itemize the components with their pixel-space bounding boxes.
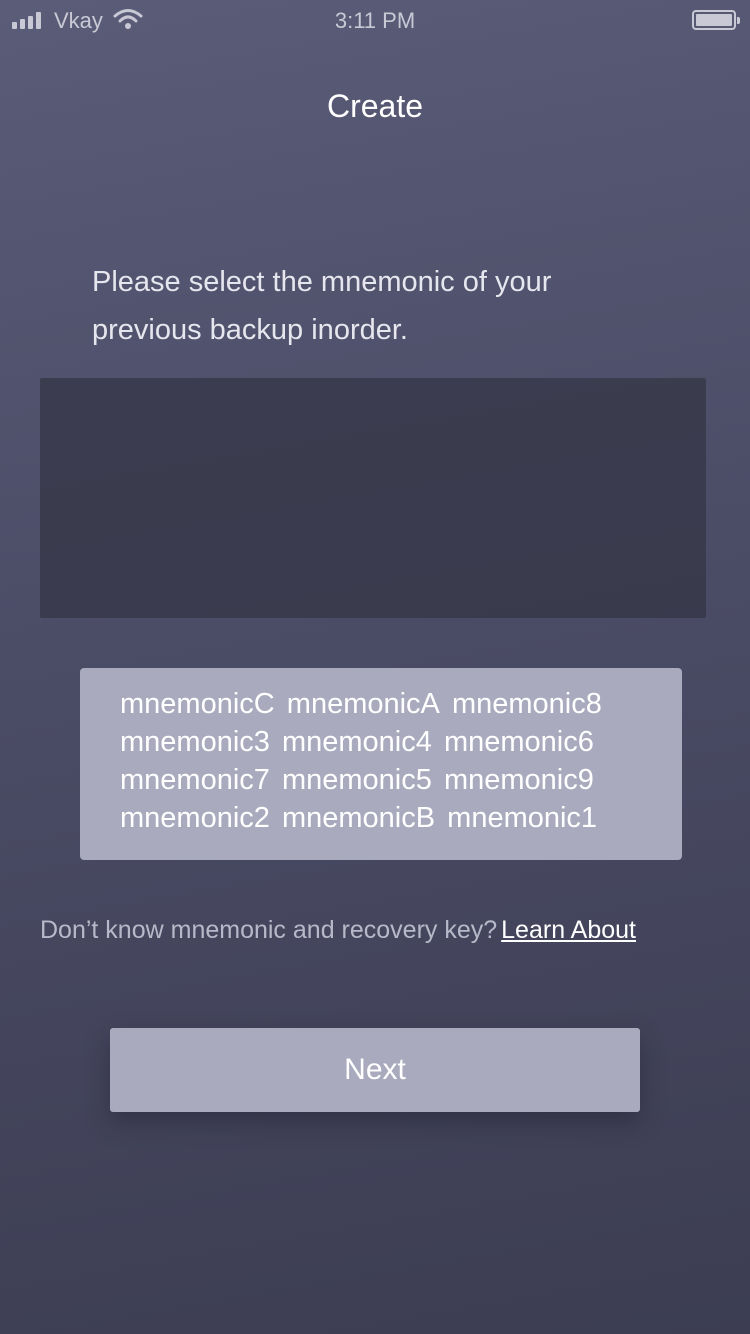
mnemonic-word[interactable]: mnemonic3 xyxy=(120,726,270,758)
mnemonic-word[interactable]: mnemonicA xyxy=(287,688,440,720)
mnemonic-word[interactable]: mnemonic1 xyxy=(447,802,597,834)
page-title: Create xyxy=(326,88,424,124)
mnemonic-word-pool: mnemonicC mnemonicA mnemonic8 mnemonic3 … xyxy=(80,668,682,860)
mnemonic-word[interactable]: mnemonicC xyxy=(120,688,275,720)
help-row: Don’t know mnemonic and recovery key? Lea… xyxy=(40,916,720,945)
mnemonic-word[interactable]: mnemonic8 xyxy=(452,688,602,720)
mnemonic-word[interactable]: mnemonicB xyxy=(282,802,435,834)
selected-mnemonic-area[interactable] xyxy=(40,378,706,618)
status-bar: Vkay 3:11 PM xyxy=(0,0,750,40)
help-text: Don’t know mnemonic and recovery key? xyxy=(40,916,498,944)
status-time: 3:11 PM xyxy=(334,8,416,33)
next-button[interactable]: Next xyxy=(110,1028,640,1112)
mnemonic-row: mnemonic3 mnemonic4 mnemonic6 xyxy=(120,723,682,761)
mnemonic-word[interactable]: mnemonic4 xyxy=(282,726,432,758)
mnemonic-word[interactable]: mnemonic6 xyxy=(444,726,594,758)
mnemonic-row: mnemonicC mnemonicA mnemonic8 xyxy=(120,685,682,723)
mnemonic-row: mnemonic2 mnemonicB mnemonic1 xyxy=(120,799,682,837)
battery-icon xyxy=(692,10,740,30)
mnemonic-row: mnemonic7 mnemonic5 mnemonic9 xyxy=(120,761,682,799)
mnemonic-word[interactable]: mnemonic2 xyxy=(120,802,270,834)
mnemonic-word[interactable]: mnemonic5 xyxy=(282,764,432,796)
mnemonic-word[interactable]: mnemonic9 xyxy=(444,764,594,796)
instruction-text: Please select the mnemonic of your previ… xyxy=(92,266,552,346)
mnemonic-word[interactable]: mnemonic7 xyxy=(120,764,270,796)
learn-about-link[interactable]: Learn About xyxy=(501,916,636,944)
